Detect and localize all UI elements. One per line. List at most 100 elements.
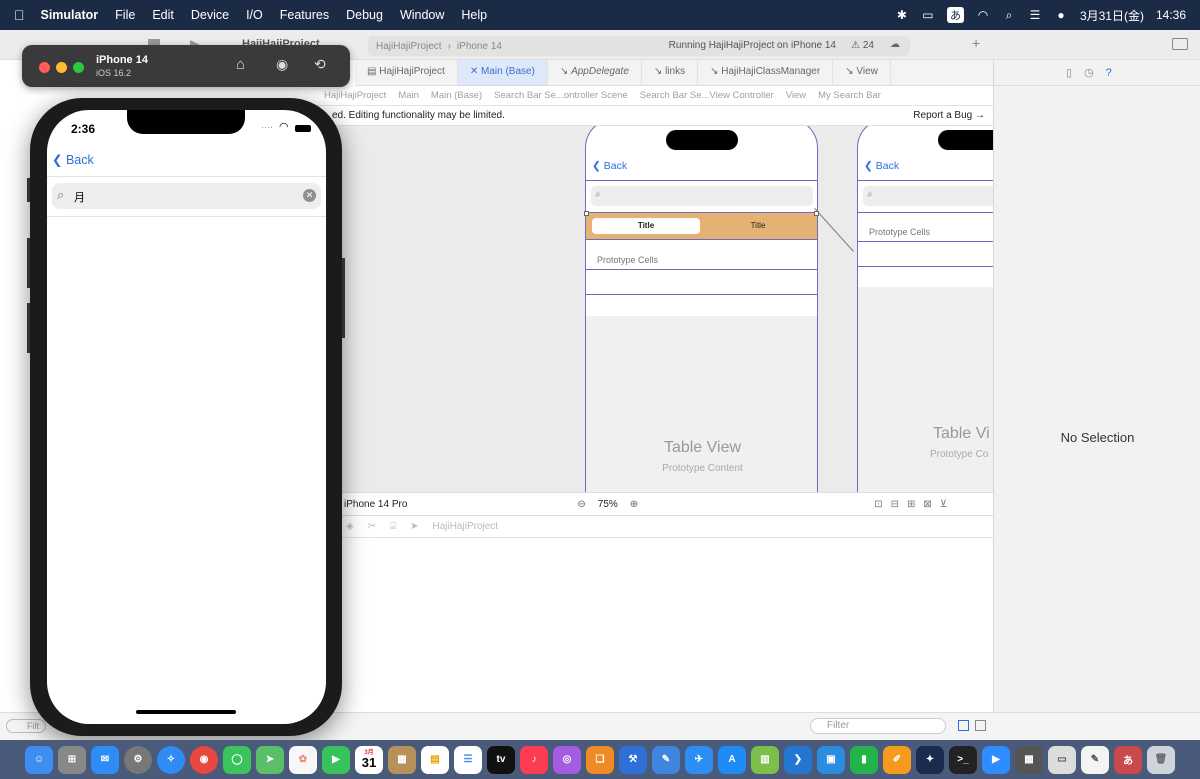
split-view-icon[interactable]	[958, 720, 969, 731]
tab-classmanager[interactable]: ↘ HajiHajiClassManager	[698, 60, 834, 85]
launchpad-icon[interactable]: ⊞	[58, 745, 86, 774]
zoom-level[interactable]: 75%	[598, 499, 618, 510]
scene-back-button[interactable]: ❮ Back	[864, 160, 899, 172]
menu-time[interactable]: 14:36	[1156, 8, 1186, 22]
minimize-window-button[interactable]	[56, 62, 67, 73]
zoom-out-icon[interactable]: ⊖	[577, 499, 585, 510]
textedit-icon[interactable]: ✎	[1081, 745, 1109, 774]
activity-view[interactable]: HajiHajiProject › iPhone 14 Running Haji…	[368, 36, 910, 56]
books-icon[interactable]: ❑	[586, 745, 614, 774]
tab-view[interactable]: ↘ View	[833, 60, 891, 85]
calendar-icon[interactable]: 3月 31	[355, 745, 383, 774]
scene-search-bar[interactable]: ⌕	[863, 186, 993, 206]
menu-features[interactable]: Features	[280, 8, 329, 22]
breadcrumb-item[interactable]: Main	[398, 90, 419, 101]
storyboard-canvas[interactable]: ❮ Back ⌕ Title Title Prototype Cells Tab…	[330, 126, 993, 492]
segue-line[interactable]	[814, 208, 854, 252]
apple-menu-icon[interactable]: 	[14, 7, 25, 23]
control-center-icon[interactable]: ☰	[1028, 8, 1042, 22]
numbers-icon[interactable]: ▮	[850, 745, 878, 774]
help-inspector-icon[interactable]: ?	[1106, 67, 1112, 79]
memory-graph-icon[interactable]: ✂	[368, 521, 376, 532]
kotoeri-icon[interactable]: あ	[1114, 745, 1142, 774]
spotlight-search-icon[interactable]: ⌕	[1002, 8, 1016, 23]
menu-edit[interactable]: Edit	[152, 8, 174, 22]
breadcrumb-item[interactable]: Search Bar Se...View Controller	[640, 90, 774, 101]
close-window-button[interactable]	[39, 62, 50, 73]
segment-first[interactable]: Title	[592, 218, 700, 234]
menu-window[interactable]: Window	[400, 8, 444, 22]
storyboard-scene-second[interactable]: ❮ Back ⌕ Prototype Cells Table Vi Protot…	[857, 126, 993, 492]
sidebar-toggle-icon[interactable]	[1172, 38, 1188, 50]
notes-icon[interactable]: ▤	[421, 745, 449, 774]
destination-selector[interactable]: iPhone 14	[457, 41, 502, 52]
input-method-icon[interactable]: あ	[946, 7, 964, 23]
pages-icon[interactable]: ✐	[883, 745, 911, 774]
wifi-icon[interactable]: ◠	[976, 8, 990, 22]
menu-app-name[interactable]: Simulator	[41, 8, 99, 22]
siri-icon[interactable]: ●	[1054, 8, 1068, 22]
environment-icon[interactable]: ⌸	[390, 521, 396, 532]
resize-handle[interactable]	[584, 211, 589, 216]
reminders-icon[interactable]: ☰	[454, 745, 482, 774]
xcode-icon[interactable]: ⚒	[619, 745, 647, 774]
app-store-icon[interactable]: A	[718, 745, 746, 774]
zoom-window-button[interactable]	[73, 62, 84, 73]
storyboard-scene-search[interactable]: ❮ Back ⌕ Title Title Prototype Cells Tab…	[585, 126, 818, 492]
calculator-icon[interactable]: ▦	[1015, 745, 1043, 774]
chrome-icon[interactable]: ◉	[190, 745, 218, 774]
simulator-icon[interactable]: ✎	[652, 745, 680, 774]
breadcrumb-item[interactable]: HajiHajiProject	[324, 90, 386, 101]
tab-main-storyboard[interactable]: ✕ Main (Base)	[457, 60, 548, 85]
zoom-icon[interactable]: ▶	[982, 745, 1010, 774]
debug-filter-field[interactable]: Filter	[810, 718, 946, 734]
location-icon[interactable]: ➤	[410, 521, 418, 532]
terminal-icon[interactable]: >_	[949, 745, 977, 774]
numbers-editor-icon[interactable]: ▥	[751, 745, 779, 774]
trash-icon[interactable]: 🗑	[1147, 745, 1175, 774]
layout-tools-icons[interactable]: ⊡⊟⊞⊠⊻	[874, 499, 955, 510]
simulator-title-bar[interactable]: iPhone 14 iOS 16.2 ⌂ ◉ ⟲	[22, 45, 350, 87]
breadcrumb-item[interactable]: Search Bar Se...ontroller Scene	[494, 90, 628, 101]
music-icon[interactable]: ♪	[520, 745, 548, 774]
menu-io[interactable]: I/O	[246, 8, 263, 22]
facetime-icon[interactable]: ▶	[322, 745, 350, 774]
keynote-icon[interactable]: ▣	[817, 745, 845, 774]
breadcrumb-item[interactable]: View	[786, 90, 806, 101]
breadcrumb-item[interactable]: My Search Bar	[818, 90, 881, 101]
navigator-filter[interactable]: Filt	[6, 719, 46, 733]
maps-icon[interactable]: ➤	[256, 745, 284, 774]
menu-help[interactable]: Help	[461, 8, 487, 22]
tab-project[interactable]: ▤ HajiHajiProject	[355, 60, 458, 85]
report-bug-link[interactable]: Report a Bug →	[913, 110, 985, 121]
warning-count[interactable]: ⚠ 24	[851, 40, 874, 51]
cloud-icon[interactable]: ☁	[890, 39, 900, 50]
safari-icon[interactable]: ✧	[157, 745, 185, 774]
view-debugger-icon[interactable]: ◈	[346, 521, 354, 532]
tab-appdelegate[interactable]: ↘ AppDelegate	[548, 60, 642, 85]
photos-icon[interactable]: ✿	[289, 745, 317, 774]
prototype-cell[interactable]	[858, 241, 993, 267]
scene-search-bar[interactable]: ⌕	[591, 186, 813, 206]
notes-app-icon[interactable]: ▦	[388, 745, 416, 774]
clear-search-icon[interactable]: ✕	[303, 189, 316, 202]
mail-icon[interactable]: ✉	[91, 745, 119, 774]
scene-back-button[interactable]: ❮ Back	[592, 160, 627, 172]
menu-debug[interactable]: Debug	[346, 8, 383, 22]
prototype-cell[interactable]	[586, 269, 817, 295]
messages-icon[interactable]: ◯	[223, 745, 251, 774]
breadcrumb-item[interactable]: Main (Base)	[431, 90, 482, 101]
zoom-in-icon[interactable]: ⊕	[630, 499, 638, 510]
instruments-icon[interactable]: ✦	[916, 745, 944, 774]
apple-tv-icon[interactable]: tv	[487, 745, 515, 774]
finder-icon[interactable]: ☺	[25, 745, 53, 774]
console-toggle-icon[interactable]	[975, 720, 986, 731]
home-icon[interactable]: ⌂	[236, 56, 245, 73]
scene-segmented-control-bar[interactable]: Title Title	[586, 212, 817, 240]
battery-icon[interactable]: ▭	[921, 8, 935, 22]
bluetooth-icon[interactable]: ✱	[895, 8, 909, 22]
system-settings-icon[interactable]: ⚙	[124, 745, 152, 774]
history-inspector-icon[interactable]: ◷	[1084, 66, 1094, 79]
scheme-selector[interactable]: HajiHajiProject	[376, 41, 442, 52]
tab-links[interactable]: ↘ links	[642, 60, 699, 85]
